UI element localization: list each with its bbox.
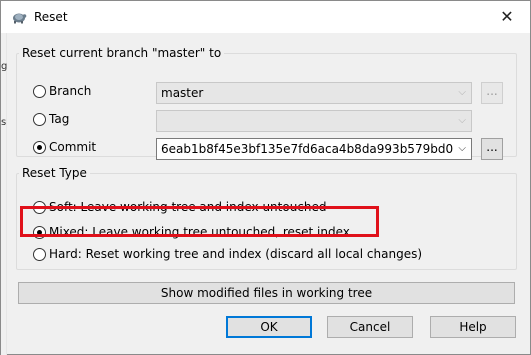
- hard-radio-label: Hard: Reset working tree and index (disc…: [49, 247, 423, 261]
- branch-browse-button[interactable]: ...: [481, 82, 503, 104]
- tag-radio-label: Tag: [49, 112, 70, 126]
- hard-reset-radio[interactable]: Hard: Reset working tree and index (disc…: [33, 245, 422, 263]
- close-button[interactable]: ✕: [496, 6, 518, 28]
- reset-target-legend: Reset current branch "master" to: [22, 46, 222, 60]
- reset-dialog: Reset ✕ g s Reset current branch "master…: [0, 0, 531, 355]
- tag-radio[interactable]: Tag: [33, 110, 69, 128]
- help-button[interactable]: Help: [430, 316, 516, 338]
- tortoisegit-icon: [13, 13, 27, 24]
- ok-button[interactable]: OK: [226, 316, 312, 338]
- close-icon: ✕: [500, 7, 514, 26]
- chevron-down-icon: ⌵: [458, 115, 466, 126]
- background-window-edge: g s: [1, 33, 7, 355]
- branch-dropdown[interactable]: master ⌵: [156, 82, 472, 104]
- cancel-button[interactable]: Cancel: [327, 316, 413, 338]
- commit-dropdown[interactable]: 6eab1b8f45e3bf135e7fd6aca4b8da993b579bd0…: [156, 138, 472, 160]
- tag-radio-button[interactable]: [33, 112, 46, 126]
- reset-type-legend: Reset Type: [22, 166, 87, 180]
- commit-radio-label: Commit: [49, 140, 97, 154]
- chevron-down-icon: ⌵: [458, 143, 466, 154]
- window-title: Reset: [34, 10, 68, 24]
- commit-radio[interactable]: Commit: [33, 138, 96, 156]
- chevron-down-icon: ⌵: [458, 87, 466, 98]
- hard-radio-button[interactable]: [33, 247, 46, 261]
- tag-dropdown[interactable]: ⌵: [156, 110, 472, 132]
- branch-radio[interactable]: Branch: [33, 82, 91, 100]
- branch-radio-label: Branch: [49, 84, 92, 98]
- reset-target-group: Reset current branch "master" to Branch …: [16, 46, 517, 160]
- commit-hash-value: 6eab1b8f45e3bf135e7fd6aca4b8da993b579bd0: [161, 142, 454, 156]
- annotation-highlight-box: [20, 206, 379, 237]
- commit-browse-button[interactable]: ...: [481, 138, 503, 160]
- title-bar[interactable]: Reset ✕: [1, 1, 530, 33]
- show-modified-files-button[interactable]: Show modified files in working tree: [18, 282, 515, 304]
- commit-radio-button[interactable]: [33, 140, 46, 154]
- branch-dropdown-value: master: [161, 86, 204, 100]
- branch-radio-button[interactable]: [33, 84, 46, 98]
